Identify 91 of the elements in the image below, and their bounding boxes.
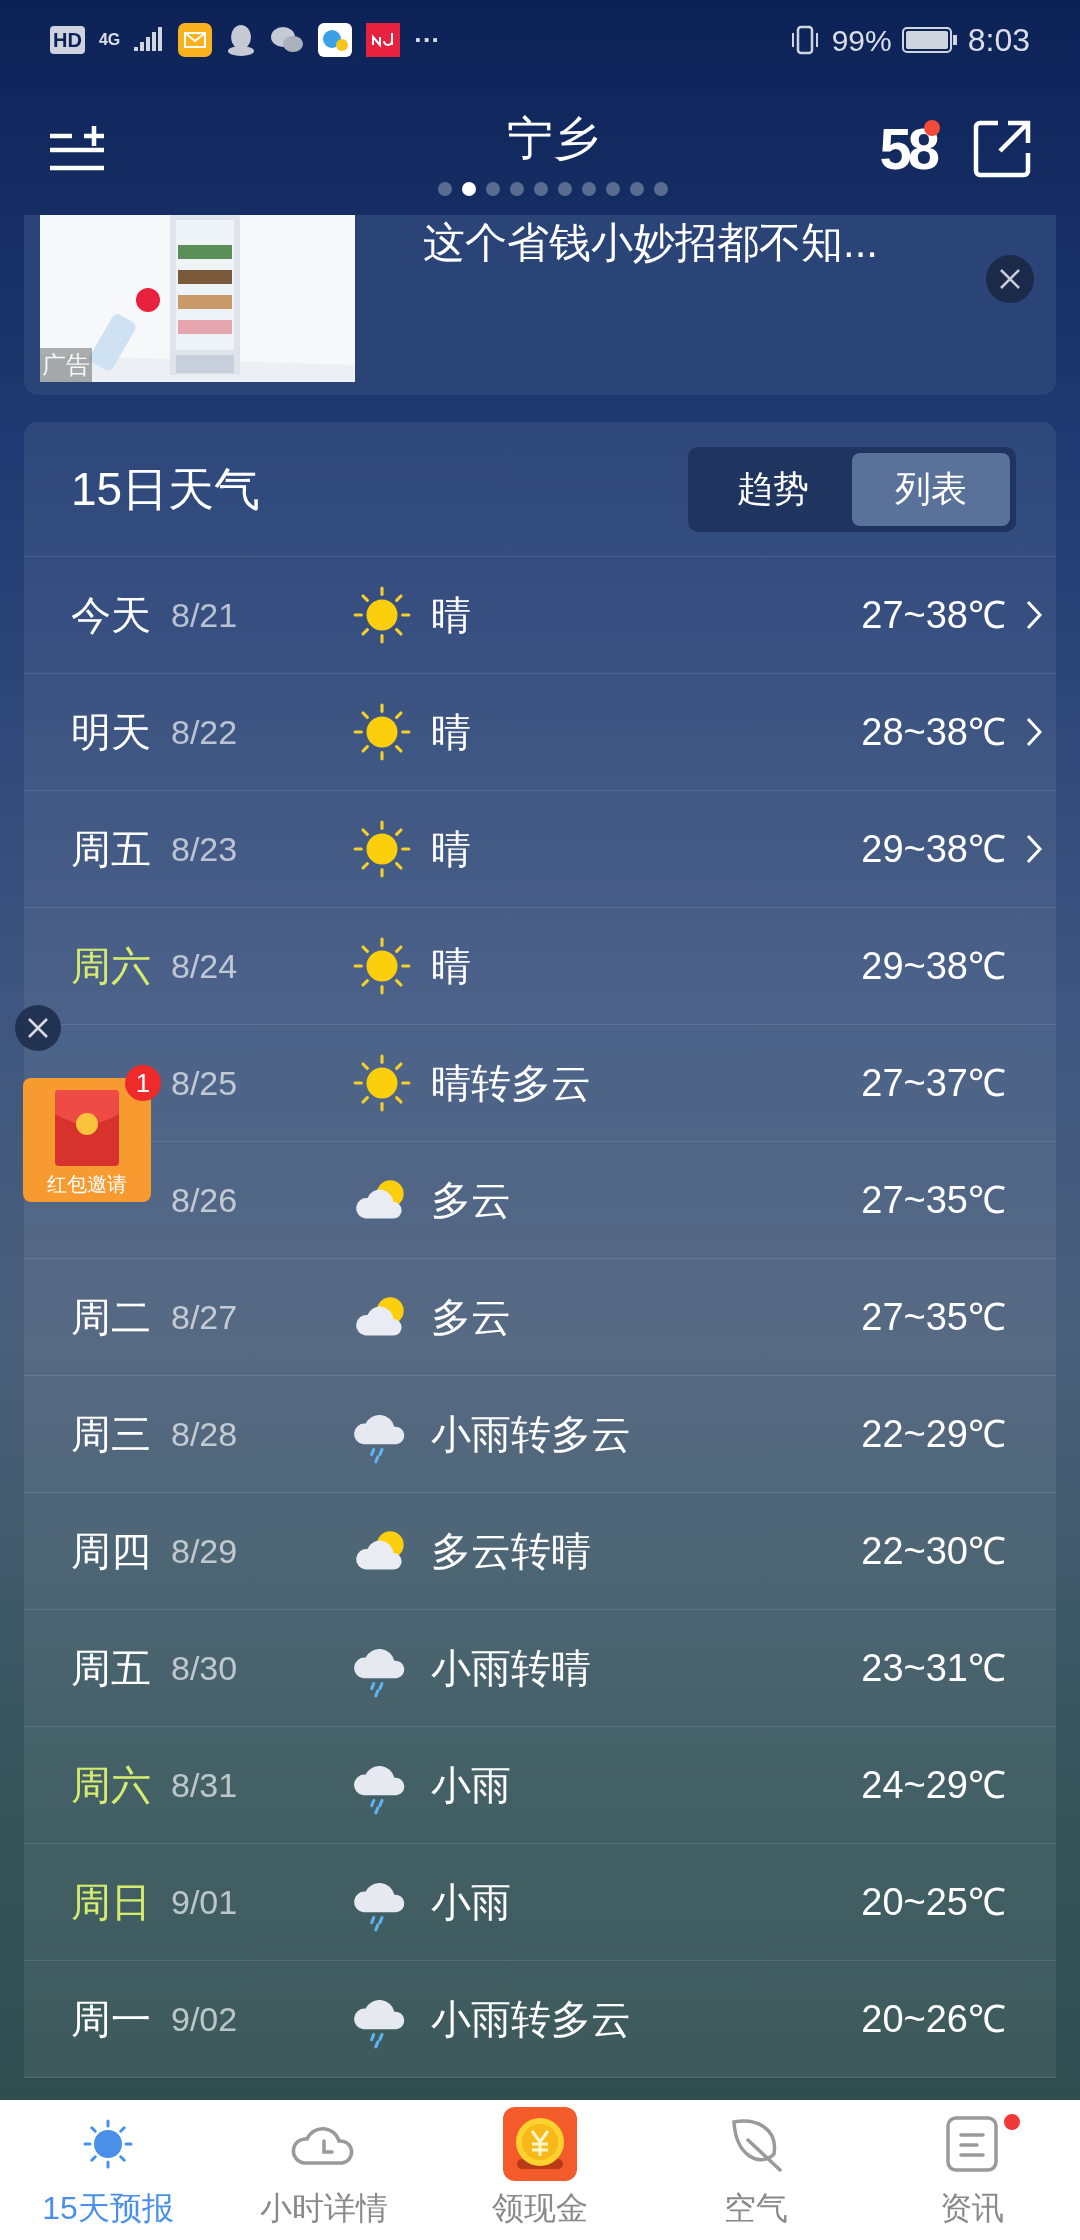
temperature-range: 22~29℃ (861, 1411, 1006, 1457)
close-ad-button[interactable] (986, 255, 1034, 303)
temperature-range: 23~31℃ (861, 1645, 1006, 1691)
weather-description: 多云 (431, 1177, 512, 1224)
sun-icon (351, 701, 413, 763)
temperature-range: 24~29℃ (861, 1762, 1006, 1808)
weather-description: 晴 (431, 592, 472, 639)
coin-icon (503, 2107, 577, 2181)
temperature-range: 29~38℃ (861, 943, 1006, 989)
day-label: 周日 (71, 1880, 151, 1924)
network-type: 4G (98, 30, 121, 50)
temperature-range: 20~26℃ (861, 1996, 1006, 2042)
day-label: 周五 (71, 1646, 151, 1690)
weather-description: 多云 (431, 1294, 512, 1341)
weather-description: 小雨转多云 (431, 1996, 632, 2043)
weather-description: 晴转多云 (431, 1060, 592, 1107)
temperature-range: 27~37℃ (861, 1060, 1006, 1106)
app-icon (366, 23, 401, 57)
weather-description: 小雨 (431, 1879, 512, 1926)
day-label: 今天 (71, 593, 151, 637)
ad-label: 广告 (40, 348, 92, 382)
forecast-title: 15日天气 (71, 461, 261, 517)
date-label: 8/27 (171, 1296, 239, 1338)
count-popup: 1 (125, 1065, 161, 1101)
share-icon (972, 119, 1032, 179)
day-label: 明天 (71, 710, 151, 754)
sun-icon (351, 935, 413, 997)
date-label: 8/26 (171, 1179, 239, 1221)
temperature-range: 27~38℃ (861, 592, 1006, 638)
temperature-range: 20~25℃ (861, 1879, 1006, 1925)
view-tab[interactable]: 列表 (852, 452, 1010, 526)
ad-card[interactable]: 广告 这个省钱小妙招都不知... (24, 215, 1056, 395)
temperature-range: 27~35℃ (861, 1294, 1006, 1340)
date-label: 8/28 (171, 1413, 239, 1455)
penguin-icon (226, 23, 257, 57)
weather-description: 晴 (431, 943, 472, 990)
date-label: 8/29 (171, 1530, 239, 1572)
view-tab[interactable]: 趋势 (694, 452, 852, 526)
weather-description: 晴 (431, 826, 472, 873)
weather-app-icon (318, 23, 353, 57)
envelope-icon (55, 1090, 119, 1166)
more-notifications: ··· (414, 23, 441, 57)
date-label: 9/02 (171, 1998, 239, 2040)
date-label: 8/24 (171, 945, 239, 987)
share-button[interactable] (972, 119, 1032, 179)
weather-description: 多云转晴 (431, 1528, 592, 1575)
sun-icon (351, 584, 413, 646)
temperature-range: 29~38℃ (861, 826, 1006, 872)
temperature-range: 28~38℃ (861, 709, 1006, 755)
date-label: 8/22 (171, 711, 239, 753)
sun-icon (351, 1052, 413, 1114)
date-label: 9/01 (171, 1881, 239, 1923)
day-label: 周六 (71, 944, 151, 988)
invite-label: 红包邀请 (47, 1172, 127, 1196)
date-label: 8/25 (171, 1062, 239, 1104)
nav-tab[interactable]: 空气 (648, 2100, 864, 2240)
day-label: 周三 (71, 1412, 151, 1456)
sun-icon (83, 2119, 133, 2169)
chat-bubbles-icon (270, 25, 305, 55)
nav-tab[interactable]: 资讯 (864, 2100, 1080, 2240)
date-label: 8/23 (171, 828, 239, 870)
sun-icon (351, 818, 413, 880)
nav-tab[interactable]: 小时详情 (216, 2100, 432, 2240)
weather-description: 晴 (431, 709, 472, 756)
close-icon (27, 1017, 49, 1039)
date-label: 8/31 (171, 1764, 239, 1806)
date-label: 8/21 (171, 594, 239, 636)
weather-description: 小雨转晴 (431, 1645, 592, 1692)
temperature-range: 22~30℃ (861, 1528, 1006, 1574)
battery-percent: 99% (831, 22, 892, 59)
day-label: 周二 (71, 1295, 151, 1339)
mail-app-icon (178, 23, 213, 57)
weather-description: 小雨 (431, 1762, 512, 1809)
date-label: 8/30 (171, 1647, 239, 1689)
close-popup[interactable] (15, 1005, 61, 1051)
document-icon (945, 2115, 999, 2173)
hd-indicator: HD (50, 26, 85, 54)
day-label: 周六 (71, 1763, 151, 1807)
day-label: 周四 (71, 1529, 151, 1573)
battery-icon (901, 26, 958, 54)
nav-tab[interactable]: 15天预报 (0, 2100, 216, 2240)
ad-headline: 这个省钱小妙招都不知... (423, 218, 878, 268)
clock: 8:03 (967, 21, 1030, 60)
close-icon (999, 268, 1021, 290)
temperature-range: 27~35℃ (861, 1177, 1006, 1223)
nav-tab[interactable]: 领现金 (432, 2100, 648, 2240)
logo-text[interactable]: 58 (879, 116, 936, 181)
day-label: 周五 (71, 827, 151, 871)
weather-description: 小雨转多云 (431, 1411, 632, 1458)
day-label: 周一 (71, 1997, 151, 2041)
city-title: 宁乡 (506, 111, 599, 166)
